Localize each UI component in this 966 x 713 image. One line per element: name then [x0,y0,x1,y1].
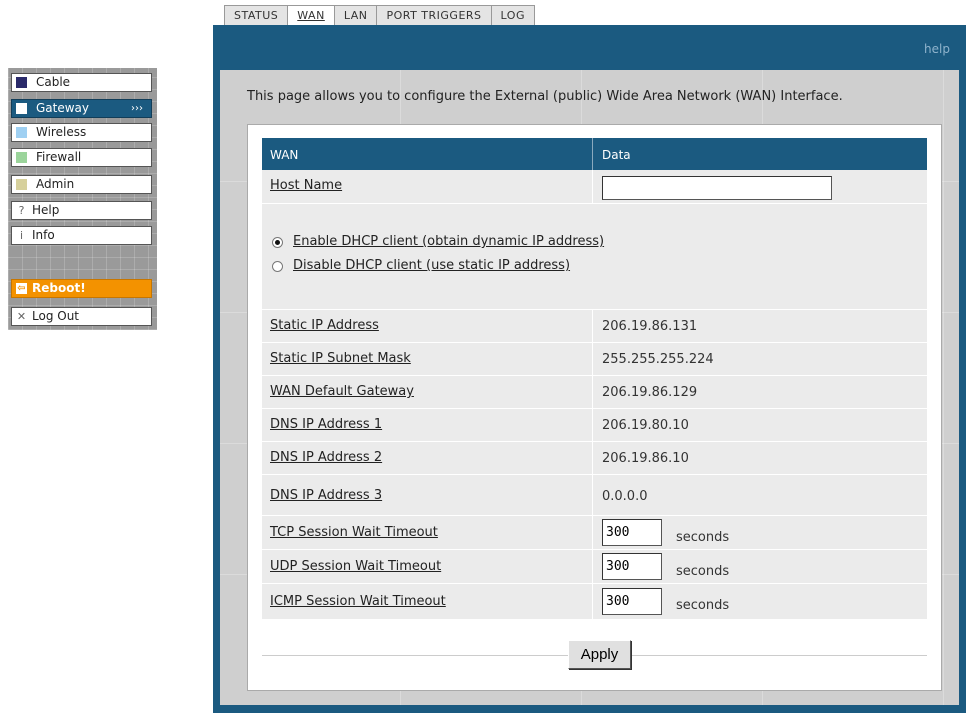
dns1-label[interactable]: DNS IP Address 1 [270,417,382,432]
column-divider [592,376,593,408]
table-header: WAN Data [262,138,927,170]
tab-port-triggers[interactable]: PORT TRIGGERS [376,5,492,25]
menu-item-label: Firewall [36,150,82,164]
column-divider [592,584,593,619]
dns1-value: 206.19.80.10 [602,418,689,433]
tab-wan[interactable]: WAN [287,5,335,25]
dns2-label[interactable]: DNS IP Address 2 [270,450,382,465]
menu-item-label: Admin [36,177,75,191]
column-divider [592,550,593,583]
question-icon: ? [18,204,25,217]
tcp-timeout-label[interactable]: TCP Session Wait Timeout [270,525,438,540]
column-header-data: Data [602,148,631,162]
menu-item-gateway[interactable]: Gateway ››› [11,99,152,118]
tcp-timeout-row: TCP Session Wait Timeout seconds [262,516,927,550]
column-divider [592,442,593,474]
tab-log[interactable]: LOG [490,5,535,25]
column-divider [592,138,593,170]
dns3-value: 0.0.0.0 [602,489,648,504]
default-gateway-row: WAN Default Gateway 206.19.86.129 [262,376,927,409]
tcp-seconds-unit: seconds [676,530,730,545]
chevron-right-icon: ››› [131,103,143,114]
gateway-square-icon [16,103,27,114]
subnet-mask-row: Static IP Subnet Mask 255.255.255.224 [262,343,927,376]
header-band: help [213,25,966,65]
side-menu: Cable Gateway ››› Wireless Firewall Admi… [8,68,157,330]
dns2-row: DNS IP Address 2 206.19.86.10 [262,442,927,475]
host-name-input[interactable] [602,176,832,200]
static-ip-label[interactable]: Static IP Address [270,318,379,333]
firewall-square-icon [16,152,27,163]
tab-lan[interactable]: LAN [333,5,378,25]
menu-item-wireless[interactable]: Wireless [11,123,152,142]
menu-item-admin[interactable]: Admin [11,175,152,194]
dhcp-enable-label[interactable]: Enable DHCP client (obtain dynamic IP ad… [293,234,604,249]
icmp-seconds-unit: seconds [676,598,730,613]
icmp-timeout-input[interactable] [602,588,662,615]
dhcp-enable-radio[interactable] [272,237,283,248]
column-divider [592,310,593,342]
wireless-square-icon [16,127,27,138]
menu-item-label: Info [32,228,55,242]
tab-status[interactable]: STATUS [224,5,289,25]
udp-timeout-input[interactable] [602,553,662,580]
dns3-row: DNS IP Address 3 0.0.0.0 [262,475,927,516]
host-name-row: Host Name [262,170,927,204]
menu-item-label: Gateway [36,101,90,115]
cable-square-icon [16,77,27,88]
menu-item-info[interactable]: i Info [11,226,152,245]
apply-button[interactable]: Apply [568,640,631,669]
reboot-button[interactable]: ⇦ Reboot! [11,279,152,298]
dns1-row: DNS IP Address 1 206.19.80.10 [262,409,927,442]
column-divider [592,475,593,515]
menu-item-label: Wireless [36,125,87,139]
menu-item-cable[interactable]: Cable [11,73,152,92]
tab-bar: STATUS WAN LAN PORT TRIGGERS LOG [224,5,535,25]
icmp-timeout-row: ICMP Session Wait Timeout seconds [262,584,927,620]
reboot-label: Reboot! [32,281,86,295]
icmp-timeout-label[interactable]: ICMP Session Wait Timeout [270,594,446,609]
udp-timeout-label[interactable]: UDP Session Wait Timeout [270,559,441,574]
subnet-mask-label[interactable]: Static IP Subnet Mask [270,351,411,366]
info-icon: i [19,229,24,242]
column-divider [592,516,593,549]
column-divider [592,170,593,203]
static-ip-row: Static IP Address 206.19.86.131 [262,310,927,343]
dhcp-disable-label[interactable]: Disable DHCP client (use static IP addre… [293,258,570,273]
menu-item-label: Cable [36,75,71,89]
host-name-label[interactable]: Host Name [270,178,342,193]
default-gateway-value: 206.19.86.129 [602,385,698,400]
subnet-mask-value: 255.255.255.224 [602,352,714,367]
column-divider [592,409,593,441]
static-ip-value: 206.19.86.131 [602,319,698,334]
menu-item-firewall[interactable]: Firewall [11,148,152,167]
admin-square-icon [16,179,27,190]
default-gateway-label[interactable]: WAN Default Gateway [270,384,414,399]
close-icon: ✕ [16,310,27,323]
reboot-arrow-icon: ⇦ [16,283,27,294]
logout-button[interactable]: ✕ Log Out [11,307,152,326]
udp-timeout-row: UDP Session Wait Timeout seconds [262,550,927,584]
column-header-wan: WAN [270,148,299,162]
dhcp-disable-radio[interactable] [272,261,283,272]
column-divider [592,343,593,375]
tcp-timeout-input[interactable] [602,519,662,546]
page-description: This page allows you to configure the Ex… [247,89,843,104]
menu-item-label: Help [32,203,60,217]
logout-label: Log Out [32,309,80,323]
menu-item-help[interactable]: ? Help [11,201,152,220]
dns2-value: 206.19.86.10 [602,451,689,466]
dns3-label[interactable]: DNS IP Address 3 [270,488,382,503]
udp-seconds-unit: seconds [676,564,730,579]
dhcp-options: Enable DHCP client (obtain dynamic IP ad… [262,204,927,310]
help-link[interactable]: help [924,42,950,56]
